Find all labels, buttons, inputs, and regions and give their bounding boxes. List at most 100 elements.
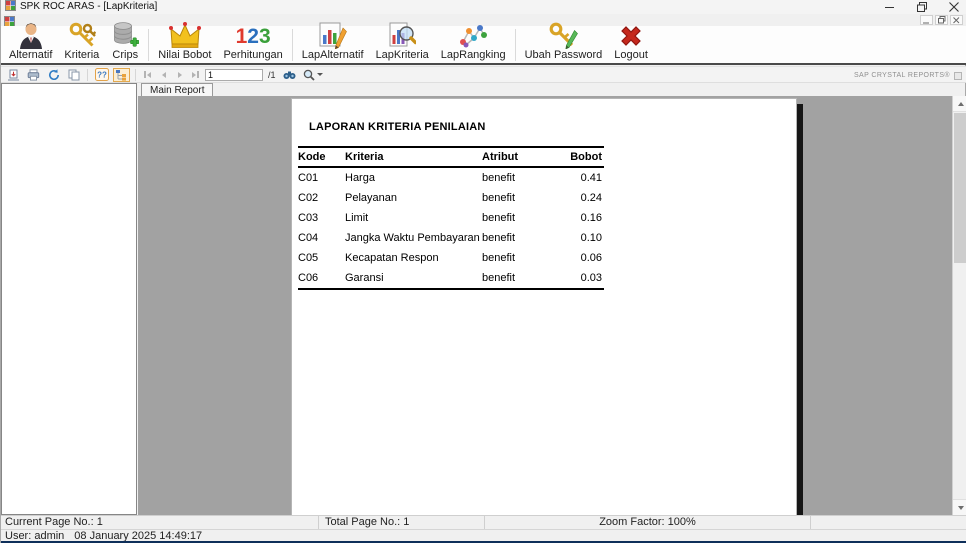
- toolbar-separator: [148, 29, 150, 61]
- table-row: C01 Harga benefit 0.41: [298, 168, 604, 188]
- toolbar-label: LapRangking: [440, 49, 506, 61]
- scatter-chart-icon: [458, 23, 488, 49]
- cell-kriteria: Garansi: [345, 272, 384, 284]
- scrollbar-thumb[interactable]: [954, 113, 966, 263]
- mdi-restore-button[interactable]: [935, 15, 948, 25]
- cell-bobot: 0.03: [580, 272, 602, 284]
- red-x-icon: [618, 23, 644, 49]
- viewer-toolbar-separator: [87, 68, 88, 81]
- toolbar-label: Ubah Password: [524, 49, 603, 61]
- close-button[interactable]: [947, 1, 961, 13]
- viewer-toolbar-separator: [135, 68, 136, 81]
- kriteria-button[interactable]: Kriteria: [58, 22, 105, 63]
- next-page-button[interactable]: [173, 68, 186, 81]
- toolbar-label: Kriteria: [64, 49, 100, 61]
- report-viewport: LAPORAN KRITERIA PENILAIAN Kode Kriteria…: [138, 96, 966, 515]
- ubah-password-button[interactable]: Ubah Password: [519, 22, 609, 63]
- scroll-down-button[interactable]: [953, 499, 966, 515]
- cell-atribut: benefit: [482, 172, 516, 184]
- header-kriteria: Kriteria: [345, 151, 384, 163]
- report-tab-strip: Main Report: [138, 83, 965, 96]
- cell-kode: C01: [298, 172, 319, 184]
- page-total-label: /1: [268, 69, 276, 80]
- toolbar-separator: [514, 29, 516, 61]
- window-title: SPK ROC ARAS - [LapKriteria]: [20, 1, 158, 12]
- numbers-123-icon: 123: [236, 25, 271, 49]
- first-page-button[interactable]: [141, 68, 154, 81]
- vertical-scrollbar[interactable]: [952, 96, 966, 515]
- scroll-up-button[interactable]: [953, 96, 966, 112]
- cell-atribut: benefit: [482, 212, 516, 224]
- arrow-down-icon: [957, 505, 964, 510]
- table-row: C06 Garansi benefit 0.03: [298, 268, 604, 288]
- viewer-status-bar: Current Page No.: 1 Total Page No.: 1 Zo…: [1, 515, 966, 530]
- cell-kriteria: Pelayanan: [345, 192, 397, 204]
- toolbar-label: Logout: [614, 49, 648, 61]
- group-tree-panel: [1, 83, 137, 515]
- crips-button[interactable]: Crips: [105, 22, 145, 63]
- header-bobot: Bobot: [570, 151, 602, 163]
- nilai-bobot-button[interactable]: Nilai Bobot: [152, 22, 217, 63]
- report-chart-pencil-icon: [318, 21, 348, 49]
- lap-alternatif-button[interactable]: LapAlternatif: [296, 22, 370, 63]
- toggle-parameter-panel-button[interactable]: ??: [93, 68, 110, 82]
- mdi-minimize-button[interactable]: [920, 15, 933, 25]
- tab-main-report[interactable]: Main Report: [141, 83, 214, 96]
- table-header-row: Kode Kriteria Atribut Bobot: [298, 146, 604, 168]
- export-report-button[interactable]: [5, 68, 22, 82]
- lap-rangking-button[interactable]: LapRangking: [435, 25, 512, 63]
- header-atribut: Atribut: [482, 151, 519, 163]
- copy-icon[interactable]: [65, 68, 82, 82]
- previous-page-button[interactable]: [157, 68, 170, 81]
- perhitungan-button[interactable]: 123 Perhitungan: [217, 25, 288, 63]
- report-table: Kode Kriteria Atribut Bobot C01 Harga be…: [298, 146, 604, 290]
- cell-kode: C03: [298, 212, 319, 224]
- cell-atribut: benefit: [482, 252, 516, 264]
- find-text-icon[interactable]: [281, 68, 298, 82]
- mdi-close-button[interactable]: [950, 15, 963, 25]
- zoom-dropdown-button[interactable]: [301, 68, 325, 82]
- cell-bobot: 0.24: [580, 192, 602, 204]
- restore-button[interactable]: [915, 1, 929, 13]
- cell-kriteria: Harga: [345, 172, 375, 184]
- cell-bobot: 0.41: [580, 172, 602, 184]
- total-page-status: Total Page No.: 1: [319, 516, 485, 530]
- datetime-status: 08 January 2025 14:49:17: [74, 529, 203, 542]
- cell-kriteria: Limit: [345, 212, 369, 224]
- database-add-icon: [111, 21, 140, 49]
- lap-kriteria-button[interactable]: LapKriteria: [370, 22, 435, 63]
- cell-bobot: 0.16: [580, 212, 602, 224]
- table-row: C05 Kecapatan Respon benefit 0.06: [298, 248, 604, 268]
- current-page-status: Current Page No.: 1: [1, 516, 319, 530]
- app-status-bar: User: admin 08 January 2025 14:49:17: [1, 529, 966, 542]
- main-toolbar: Alternatif Kriteria Crips Nilai Bobot 1 …: [1, 22, 966, 65]
- cell-kode: C02: [298, 192, 319, 204]
- digit-3: 3: [258, 25, 271, 48]
- zoom-factor-status: Zoom Factor: 100%: [485, 516, 811, 530]
- toolbar-label: Perhitungan: [223, 49, 283, 61]
- key-pencil-icon: [548, 21, 579, 49]
- toolbar-label: Nilai Bobot: [158, 49, 212, 61]
- table-row: C04 Jangka Waktu Pembayaran benefit 0.10: [298, 228, 604, 248]
- cell-kriteria: Kecapatan Respon: [345, 252, 439, 264]
- crown-icon: [168, 21, 202, 49]
- page-number-input[interactable]: [205, 68, 263, 81]
- logout-button[interactable]: Logout: [608, 26, 654, 63]
- toolbar-label: LapKriteria: [375, 49, 429, 61]
- cell-atribut: benefit: [482, 272, 516, 284]
- cell-atribut: benefit: [482, 232, 516, 244]
- cell-kriteria: Jangka Waktu Pembayaran: [345, 232, 480, 244]
- toggle-group-tree-button[interactable]: [113, 67, 130, 82]
- alternatif-button[interactable]: Alternatif: [3, 23, 58, 63]
- print-report-button[interactable]: [25, 68, 42, 82]
- arrow-up-icon: [957, 101, 964, 106]
- toolbar-label: LapAlternatif: [301, 49, 364, 61]
- refresh-icon[interactable]: [45, 68, 62, 82]
- toolbar-label: Alternatif: [9, 49, 53, 61]
- chevron-down-icon: [316, 73, 323, 76]
- header-kode: Kode: [298, 151, 326, 163]
- minimize-button[interactable]: [883, 1, 897, 13]
- table-row: C02 Pelayanan benefit 0.24: [298, 188, 604, 208]
- digit-2: 2: [247, 25, 259, 48]
- last-page-button[interactable]: [189, 68, 202, 81]
